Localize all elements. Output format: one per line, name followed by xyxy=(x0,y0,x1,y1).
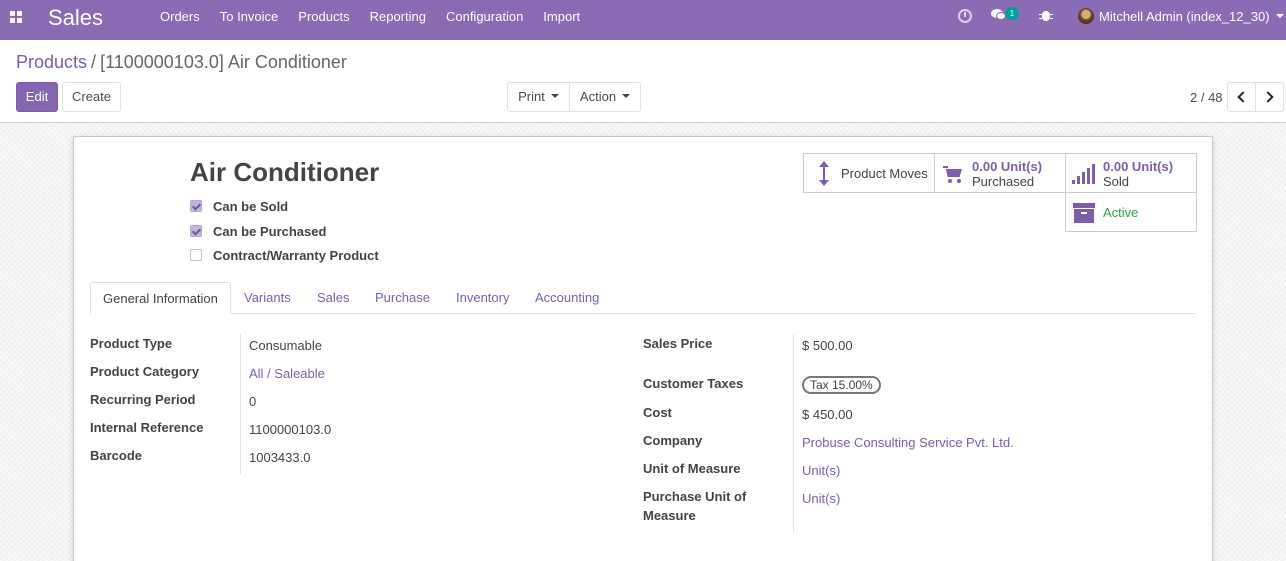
purchase-uom-label-line2: Measure xyxy=(643,508,696,523)
company-label: Company xyxy=(643,433,703,448)
product-category-link[interactable]: All / Saleable xyxy=(249,364,325,383)
chevron-right-icon xyxy=(1262,91,1274,103)
breadcrumb-products-link[interactable]: Products xyxy=(16,52,87,72)
field-separator xyxy=(793,334,794,532)
product-moves-button[interactable]: Product Moves xyxy=(803,153,935,193)
breadcrumb-separator: / xyxy=(91,52,97,72)
sold-label: Sold xyxy=(1103,174,1130,189)
bug-icon[interactable] xyxy=(1039,9,1053,22)
sales-price-value: $ 500.00 xyxy=(802,338,853,353)
contract-warranty-label: Contract/Warranty Product xyxy=(213,248,379,263)
sold-value: 0.00 Unit(s) xyxy=(1103,159,1174,174)
purchased-value: 0.00 Unit(s) xyxy=(972,159,1043,174)
pager-next-button[interactable] xyxy=(1255,82,1284,112)
action-label: Action xyxy=(579,89,617,104)
print-dropdown[interactable]: Print xyxy=(507,82,570,112)
menu-import[interactable]: Import xyxy=(533,0,590,40)
recurring-period-label: Recurring Period xyxy=(90,392,196,407)
breadcrumb-current: [1100000103.0] Air Conditioner xyxy=(100,52,347,72)
tab-inventory[interactable]: Inventory xyxy=(444,282,521,314)
tax-tag: Tax 15.00% xyxy=(802,376,881,394)
customer-taxes-label: Customer Taxes xyxy=(643,376,744,391)
barcode-label: Barcode xyxy=(90,448,143,463)
breadcrumb: Products / [1100000103.0] Air Conditioner xyxy=(16,52,347,73)
active-toggle-button[interactable]: Active xyxy=(1065,192,1197,232)
unit-of-measure-link[interactable]: Unit(s) xyxy=(802,461,840,480)
can-be-purchased-checkbox[interactable] xyxy=(190,225,202,237)
recurring-period-value: 0 xyxy=(249,394,257,409)
user-menu[interactable]: Mitchell Admin (index_12_30) xyxy=(1099,9,1270,24)
field-separator xyxy=(240,334,241,474)
action-dropdown[interactable]: Action xyxy=(569,82,641,112)
apps-grid-icon[interactable] xyxy=(10,11,24,25)
menu-configuration[interactable]: Configuration xyxy=(436,0,533,40)
purchase-uom-label-line1: Purchase Unit of xyxy=(643,489,747,504)
edit-button[interactable]: Edit xyxy=(16,82,58,112)
signal-bars-icon xyxy=(1072,164,1098,184)
clock-icon[interactable] xyxy=(958,9,972,23)
product-category-label: Product Category xyxy=(90,364,200,379)
sales-price-label: Sales Price xyxy=(643,336,713,351)
active-label: Active xyxy=(1103,205,1139,220)
internal-reference-value: 1100000103.0 xyxy=(249,422,332,437)
print-label: Print xyxy=(518,89,545,104)
archive-icon xyxy=(1073,203,1095,223)
internal-reference-label: Internal Reference xyxy=(90,420,204,435)
cost-value: $ 450.00 xyxy=(802,407,853,422)
pager-value[interactable]: 2 / 48 xyxy=(1190,90,1223,105)
menu-reporting[interactable]: Reporting xyxy=(360,0,436,40)
top-navbar: Sales Orders To Invoice Products Reporti… xyxy=(0,0,1286,40)
shopping-cart-icon xyxy=(943,166,965,184)
chevron-down-icon[interactable] xyxy=(1276,14,1284,18)
main-menu: Orders To Invoice Products Reporting Con… xyxy=(150,0,590,40)
caret-down-icon xyxy=(622,94,631,99)
avatar[interactable] xyxy=(1078,8,1094,24)
create-button[interactable]: Create xyxy=(62,82,121,112)
tab-purchase[interactable]: Purchase xyxy=(363,282,442,314)
company-link[interactable]: Probuse Consulting Service Pvt. Ltd. xyxy=(802,433,1014,452)
can-be-sold-label: Can be Sold xyxy=(213,199,289,214)
tab-sales[interactable]: Sales xyxy=(305,282,362,314)
chevron-left-icon xyxy=(1237,91,1249,103)
purchased-button[interactable]: 0.00 Unit(s) Purchased xyxy=(934,153,1066,193)
chat-count-badge: 1 xyxy=(1005,7,1019,20)
can-be-sold-checkbox[interactable] xyxy=(190,200,202,212)
app-name[interactable]: Sales xyxy=(48,5,103,31)
cost-label: Cost xyxy=(643,405,672,420)
sold-button[interactable]: 0.00 Unit(s) Sold xyxy=(1065,153,1197,193)
barcode-value: 1003433.0 xyxy=(249,450,311,465)
purchase-uom-link[interactable]: Unit(s) xyxy=(802,489,840,508)
menu-products[interactable]: Products xyxy=(288,0,359,40)
menu-to-invoice[interactable]: To Invoice xyxy=(210,0,289,40)
arrows-vertical-icon xyxy=(819,161,829,186)
product-type-value: Consumable xyxy=(249,338,322,353)
purchased-label: Purchased xyxy=(972,174,1035,189)
product-moves-label: Product Moves xyxy=(841,166,928,181)
caret-down-icon xyxy=(550,94,559,99)
menu-orders[interactable]: Orders xyxy=(150,0,210,40)
tab-general-information[interactable]: General Information xyxy=(90,282,231,314)
contract-warranty-checkbox[interactable] xyxy=(190,249,202,261)
pager-previous-button[interactable] xyxy=(1227,82,1256,112)
tab-variants[interactable]: Variants xyxy=(232,282,303,314)
unit-of-measure-label: Unit of Measure xyxy=(643,461,741,476)
can-be-purchased-label: Can be Purchased xyxy=(213,224,327,239)
tab-accounting[interactable]: Accounting xyxy=(523,282,611,314)
product-type-label: Product Type xyxy=(90,336,173,351)
product-name: Air Conditioner xyxy=(190,157,380,187)
